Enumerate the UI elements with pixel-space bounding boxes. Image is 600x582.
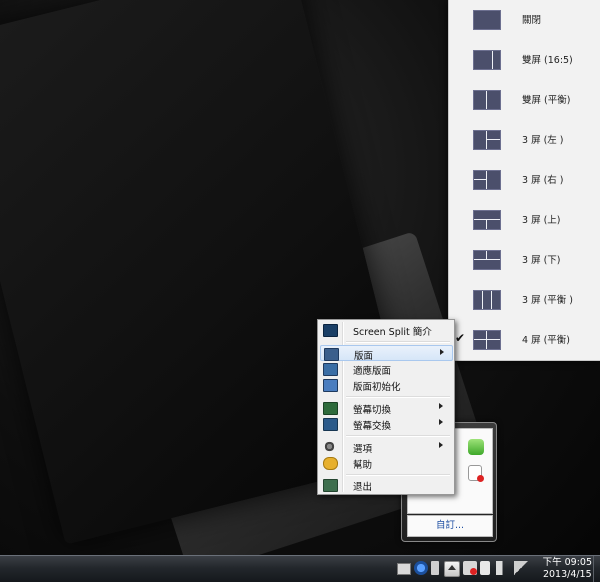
menu-item-label: 版面初始化 — [353, 382, 401, 393]
exit-icon — [323, 479, 338, 492]
layout-option-dual-16-5[interactable]: 雙屏 (16:5) — [449, 41, 600, 79]
submenu-arrow-icon — [440, 349, 444, 355]
layout-4-even-icon — [473, 330, 501, 350]
layout-3-even-icon — [473, 290, 501, 310]
screen-split-context-menu: Screen Split 簡介 版面 適應版面 版面初始化 螢幕切換 螢幕交換 … — [317, 319, 455, 495]
layout-icon — [324, 348, 339, 361]
chevron-up-icon — [448, 565, 456, 570]
fit-layout-icon — [323, 363, 338, 376]
clock[interactable]: 下午 09:05 2013/4/15 — [543, 557, 592, 581]
usb-icon[interactable] — [431, 561, 439, 575]
submenu-arrow-icon — [439, 419, 443, 425]
submenu-arrow-icon — [439, 403, 443, 409]
menu-item-label: 幫助 — [353, 460, 373, 471]
layout-option-label: 3 屏 (右 ) — [522, 175, 564, 186]
layout-option-label: 雙屏 (平衡) — [522, 95, 571, 106]
menu-item-fit-layout[interactable]: 適應版面 — [320, 361, 451, 377]
layout-split-even-icon — [473, 90, 501, 110]
layout-option-3-right[interactable]: 3 屏 (右 ) — [449, 161, 600, 199]
storage-icon[interactable] — [397, 563, 411, 575]
menu-item-help[interactable]: 幫助 — [320, 455, 451, 471]
menu-item-label: 選項 — [353, 444, 373, 455]
layout-option-3-bottom[interactable]: 3 屏 (下) — [449, 241, 600, 279]
switch-screen-icon — [323, 402, 338, 415]
layout-option-label: 3 屏 (下) — [522, 255, 561, 266]
alert-badge-icon — [477, 475, 484, 482]
clock-time: 下午 09:05 — [542, 557, 592, 568]
app-tray-icon[interactable] — [463, 561, 477, 575]
menu-item-label: 版面 — [354, 351, 374, 362]
menu-item-label: Screen Split 簡介 — [353, 327, 432, 338]
layout-3-top-icon — [473, 210, 501, 230]
menu-item-reset-layout[interactable]: 版面初始化 — [320, 377, 451, 393]
menu-item-label: 退出 — [353, 482, 373, 493]
menu-item-switch-screen[interactable]: 螢幕切換 — [320, 400, 451, 416]
layout-option-label: 4 屏 (平衡) — [522, 335, 570, 346]
network-signal-icon[interactable] — [514, 561, 528, 575]
submenu-arrow-icon — [439, 442, 443, 448]
menu-item-about[interactable]: Screen Split 簡介 — [320, 322, 451, 338]
layout-option-3-left[interactable]: 3 屏 (左 ) — [449, 121, 600, 159]
menu-separator — [346, 341, 450, 343]
layout-option-label: 3 屏 (平衡 ) — [522, 295, 574, 306]
menu-separator — [346, 396, 450, 398]
menu-item-layout[interactable]: 版面 — [320, 345, 453, 362]
action-center-flag-icon[interactable] — [480, 561, 490, 575]
layout-option-dual-even[interactable]: 雙屏 (平衡) — [449, 81, 600, 119]
layout-3-left-icon — [473, 130, 501, 150]
monitor-icon — [323, 324, 338, 337]
green-app-icon[interactable] — [468, 439, 484, 455]
layout-option-3-top[interactable]: 3 屏 (上) — [449, 201, 600, 239]
layout-option-close[interactable]: 關閉 — [449, 1, 600, 39]
show-desktop-button[interactable] — [593, 556, 600, 582]
layout-option-4-even[interactable]: ✔ 4 屏 (平衡) — [449, 321, 600, 359]
gear-icon — [323, 441, 336, 452]
layout-option-label: 3 屏 (左 ) — [522, 135, 564, 146]
layout-full-icon — [473, 10, 501, 30]
layout-3-bottom-icon — [473, 250, 501, 270]
layout-option-label: 3 屏 (上) — [522, 215, 561, 226]
show-hidden-icons-button[interactable] — [444, 561, 460, 577]
menu-item-label: 螢幕切換 — [353, 405, 392, 416]
help-icon — [323, 457, 338, 470]
menu-item-exit[interactable]: 退出 — [320, 477, 451, 493]
reset-icon — [323, 379, 338, 392]
menu-separator — [346, 435, 450, 437]
layout-split-16-5-icon — [473, 50, 501, 70]
menu-item-label: 適應版面 — [353, 366, 392, 377]
layout-option-3-even[interactable]: 3 屏 (平衡 ) — [449, 281, 600, 319]
alert-badge-icon — [470, 568, 477, 575]
layout-submenu: 關閉 雙屏 (16:5) 雙屏 (平衡) 3 屏 (左 ) 3 屏 (右 ) 3… — [448, 0, 600, 361]
menu-item-options[interactable]: 選項 — [320, 439, 451, 455]
help-tray-icon[interactable] — [414, 561, 428, 575]
layout-option-label: 關閉 — [522, 15, 542, 26]
clock-date: 2013/4/15 — [542, 569, 592, 580]
security-shield-icon[interactable] — [468, 465, 484, 482]
menu-item-swap-screen[interactable]: 螢幕交換 — [320, 416, 451, 432]
check-icon: ✔ — [455, 331, 466, 345]
taskbar: 下午 09:05 2013/4/15 — [0, 555, 600, 582]
speaker-icon[interactable] — [496, 561, 510, 575]
menu-item-label: 螢幕交換 — [353, 421, 392, 432]
swap-screen-icon — [323, 418, 338, 431]
customize-link[interactable]: 自訂... — [407, 515, 493, 537]
menu-separator — [346, 474, 450, 476]
layout-option-label: 雙屏 (16:5) — [522, 55, 573, 66]
layout-3-right-icon — [473, 170, 501, 190]
